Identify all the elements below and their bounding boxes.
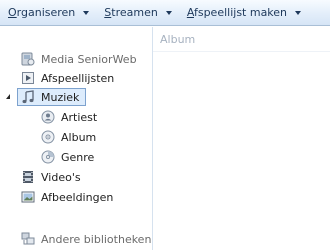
nav-item-artist[interactable]: Artiest	[40, 108, 97, 126]
nav-item-videos[interactable]: Video's	[20, 168, 81, 186]
nav-item-label: Media SeniorWeb	[41, 52, 137, 66]
chevron-down-icon	[165, 10, 172, 15]
nav-item-genre[interactable]: Genre	[40, 148, 94, 166]
column-header-album[interactable]: Album	[153, 27, 330, 52]
stream-label: Streamen	[104, 6, 158, 19]
nav-item-label: Afspeellijsten	[41, 71, 115, 85]
pictures-icon	[21, 191, 35, 203]
column-header-label: Album	[160, 33, 196, 46]
nav-item-label: Genre	[61, 150, 95, 164]
playlist-icon	[22, 72, 34, 84]
nav-item-music[interactable]: Muziek	[17, 88, 86, 106]
album-disc-icon	[41, 130, 55, 144]
nav-item-other-libraries[interactable]: Andere bibliotheken	[20, 230, 151, 248]
video-film-icon	[23, 171, 33, 183]
nav-item-label: Andere bibliotheken	[41, 232, 152, 246]
library-icon	[21, 52, 35, 66]
organize-label: Organiseren	[8, 6, 76, 19]
nav-item-playlists[interactable]: Afspeellijsten	[20, 69, 114, 87]
chevron-down-icon	[83, 10, 90, 15]
nav-item-album[interactable]: Album	[40, 128, 96, 146]
organize-menu-button[interactable]: Organiseren	[0, 0, 96, 26]
genre-icon	[41, 150, 55, 164]
nav-item-media-seniorweb[interactable]: Media SeniorWeb	[20, 50, 137, 68]
nav-item-label: Video's	[41, 170, 81, 184]
navigation-pane: Media SeniorWeb Afspeellijsten Muziek Ar…	[0, 27, 152, 250]
create-playlist-label: Afspeellijst maken	[186, 6, 288, 19]
nav-item-label: Afbeeldingen	[41, 190, 114, 204]
stream-menu-button[interactable]: Streamen	[96, 0, 179, 26]
artist-icon	[41, 110, 55, 124]
command-bar: Organiseren Streamen Afspeellijst maken	[0, 0, 330, 26]
nav-item-pictures[interactable]: Afbeeldingen	[20, 188, 113, 206]
expand-arrow-icon[interactable]	[6, 94, 10, 99]
content-pane: Album	[153, 27, 330, 250]
chevron-down-icon	[295, 10, 302, 15]
nav-item-label: Album	[61, 130, 97, 144]
music-note-icon	[22, 90, 34, 104]
nav-item-label: Muziek	[41, 90, 80, 104]
nav-item-label: Artiest	[61, 110, 98, 124]
network-libraries-icon	[21, 232, 35, 245]
create-playlist-menu-button[interactable]: Afspeellijst maken	[179, 0, 308, 26]
